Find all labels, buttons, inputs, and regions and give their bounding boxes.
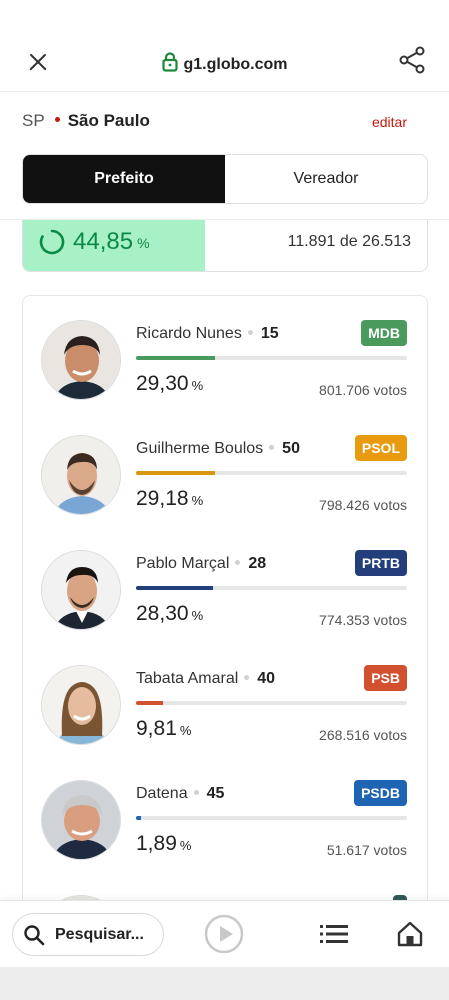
candidate-percent: 1,89% [136,832,191,856]
candidate-row[interactable]: Tabata Amaral 40 PSB 9,81% 268.516 votos [23,641,427,756]
vote-share-bar [136,356,407,360]
separator-dot [244,675,250,680]
candidate-votes: 801.706 votos [319,382,407,398]
candidate-avatar [41,550,121,630]
play-icon[interactable] [204,914,244,954]
state-code: SP [22,111,45,130]
candidate-votes: 774.353 votos [319,612,407,628]
apuracao-progress: 44,85 % 11.891 de 26.513 [22,220,428,272]
search-button[interactable]: Pesquisar... [12,913,164,956]
candidate-row[interactable]: Pablo Marçal 28 PRTB 28,30% 774.353 votos [23,526,427,641]
vote-share-bar [136,701,407,705]
candidate-row[interactable]: Datena 45 PSDB 1,89% 51.617 votos [23,756,427,871]
vote-share-bar [136,816,407,820]
candidate-percent-value: 29,18 [136,487,189,510]
candidate-name: Guilherme Boulos [136,440,264,457]
separator-dot [54,117,60,122]
candidate-name-line: Datena 45 [136,785,224,803]
candidate-name-line: Ricardo Nunes 15 [136,325,279,343]
candidate-percent-value: 9,81 [136,717,177,740]
home-icon[interactable] [396,920,424,948]
candidate-name-line: Guilherme Boulos 50 [136,440,300,458]
candidate-votes: 51.617 votos [326,842,407,858]
url-text: g1.globo.com [183,56,288,73]
party-badge: PRTB [354,550,407,576]
candidate-row[interactable]: Guilherme Boulos 50 PSOL 29,18% 798.426 v… [23,411,427,526]
apuracao-sections: 11.891 de 26.513 [287,233,411,250]
lock-icon [161,52,178,77]
vote-share-bar-fill [136,701,163,705]
bottom-navigation: Pesquisar... [0,900,449,967]
location-selector: SP São Paulo [22,111,150,131]
separator-dot [247,330,253,335]
list-icon[interactable] [320,923,348,945]
candidate-name-line: Pablo Marçal 28 [136,555,266,573]
candidate-avatar [41,435,121,515]
candidate-number: 45 [206,785,225,802]
candidate-percent-unit: % [191,608,204,623]
candidate-avatar [41,780,121,860]
tab-prefeito[interactable]: Prefeito [23,155,225,203]
candidate-percent: 29,30% [136,372,203,396]
separator-dot [235,560,241,565]
search-icon [24,924,45,945]
vote-share-bar-fill [136,816,142,820]
candidates-list: Ricardo Nunes 15 MDB 29,30% 801.706 votos… [22,295,428,935]
candidate-name: Pablo Marçal [136,555,230,572]
candidate-percent: 9,81% [136,717,191,741]
vote-share-bar [136,471,407,475]
candidate-name: Ricardo Nunes [136,325,242,342]
share-icon[interactable] [397,45,427,75]
candidate-percent-unit: % [191,378,204,393]
tab-vereador[interactable]: Vereador [225,155,427,203]
candidate-name: Tabata Amaral [136,670,239,687]
vote-share-bar [136,586,407,590]
candidate-name-line: Tabata Amaral 40 [136,670,275,688]
party-badge: PSDB [354,780,407,806]
vote-share-bar-fill [136,471,216,475]
loading-ring-icon [39,229,65,255]
candidate-percent: 29,18% [136,487,203,511]
party-badge: MDB [361,320,407,346]
candidate-votes: 798.426 votos [319,497,407,513]
party-badge: PSOL [354,435,407,461]
candidate-number: 28 [248,555,267,572]
apuracao-percent-value: 44,85 [73,228,134,255]
browser-top-bar: g1.globo.com [0,0,449,92]
candidate-row[interactable]: Ricardo Nunes 15 MDB 29,30% 801.706 votos [23,296,427,411]
party-badge: PSB [364,665,407,691]
vote-share-bar-fill [136,356,216,360]
vote-share-bar-fill [136,586,213,590]
candidate-number: 15 [260,325,279,342]
city-name: São Paulo [67,111,150,130]
candidate-number: 40 [257,670,276,687]
candidate-avatar [41,665,121,745]
candidate-percent-value: 1,89 [136,832,177,855]
candidate-percent: 28,30% [136,602,203,626]
apuracao-percent-unit: % [137,235,150,251]
candidate-percent-unit: % [179,838,192,853]
candidate-percent-value: 29,30 [136,372,189,395]
candidate-percent-unit: % [179,723,192,738]
separator-dot [193,790,199,795]
url-display[interactable]: g1.globo.com [0,52,449,77]
candidate-votes: 268.516 votos [319,727,407,743]
candidate-percent-value: 28,30 [136,602,189,625]
candidate-name: Datena [136,785,188,802]
candidate-avatar [41,320,121,400]
edit-location-link[interactable]: editar [372,114,407,130]
system-bar [0,967,449,1000]
candidate-number: 50 [282,440,300,457]
office-tabs: Prefeito Vereador [22,154,428,204]
search-label: Pesquisar... [55,925,144,943]
separator-dot [269,445,275,450]
candidate-percent-unit: % [191,493,204,508]
apuracao-percent: 44,85 % [39,228,150,256]
